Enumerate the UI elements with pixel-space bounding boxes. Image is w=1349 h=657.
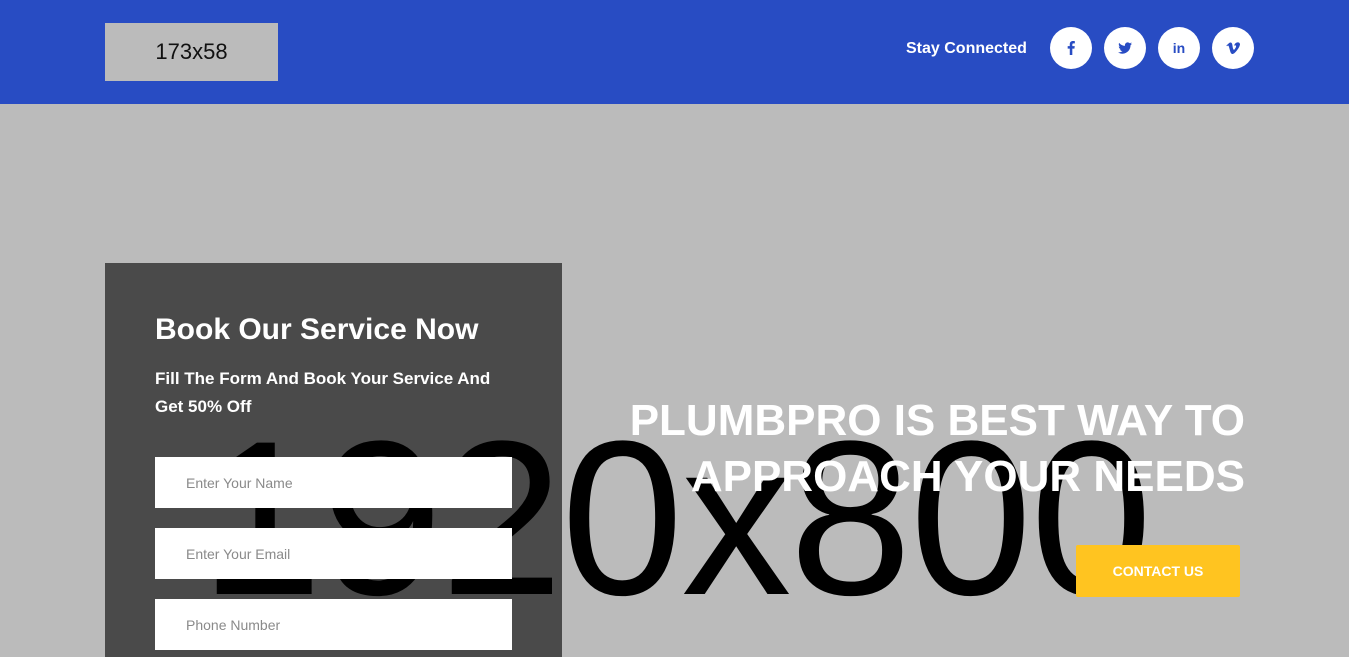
vimeo-icon[interactable]: [1212, 27, 1254, 69]
logo-placeholder[interactable]: 173x58: [105, 23, 278, 81]
linkedin-glyph: in: [1172, 40, 1186, 56]
email-field[interactable]: [155, 528, 512, 579]
linkedin-icon[interactable]: in: [1158, 27, 1200, 69]
twitter-icon[interactable]: [1104, 27, 1146, 69]
phone-field[interactable]: [155, 599, 512, 650]
contact-us-button[interactable]: CONTACT US: [1076, 545, 1240, 597]
booking-title: Book Our Service Now: [155, 313, 479, 346]
name-field[interactable]: [155, 457, 512, 508]
hero-title-line-2: APPROACH YOUR NEEDS: [690, 452, 1245, 501]
booking-subtitle: Fill The Form And Book Your Service And …: [155, 369, 491, 416]
stay-connected-label: Stay Connected: [906, 40, 1027, 57]
site-header: 173x58 Stay Connected in: [0, 0, 1349, 104]
hero-title-line-1: PLUMBPRO IS BEST WAY TO: [629, 396, 1245, 445]
facebook-icon[interactable]: [1050, 27, 1092, 69]
hero-title: PLUMBPRO IS BEST WAY TO APPROACH YOUR NE…: [600, 393, 1245, 505]
